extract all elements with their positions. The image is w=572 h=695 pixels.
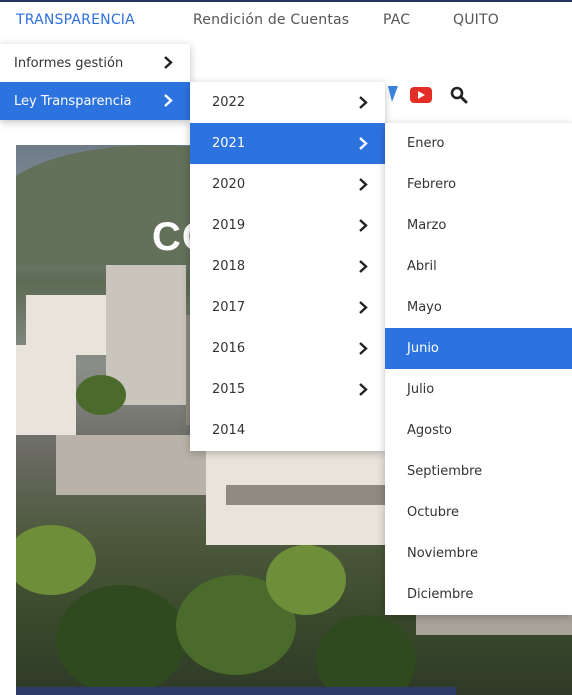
nav-pac[interactable]: PAC xyxy=(383,12,410,28)
menu-item-label: 2022 xyxy=(212,95,246,110)
menu-item-label: 2014 xyxy=(212,423,246,438)
menu-item-label: Junio xyxy=(407,341,439,356)
nav-transparencia[interactable]: TRANSPARENCIA xyxy=(16,12,135,28)
menu-item-label: 2017 xyxy=(212,300,246,315)
menu-item-label: Agosto xyxy=(407,423,452,438)
menu-years: 2022 2021 2020 2019 2018 2017 2016 2015 … xyxy=(190,82,385,451)
menu-item-year-2015[interactable]: 2015 xyxy=(190,369,385,410)
menu-item-label: 2021 xyxy=(212,136,246,151)
chevron-right-icon xyxy=(356,95,371,110)
top-nav-bar: TRANSPARENCIA Rendición de Cuentas PAC Q… xyxy=(0,0,572,44)
menu-item-label: 2018 xyxy=(212,259,246,274)
chevron-right-icon xyxy=(356,136,371,151)
menu-item-label: Diciembre xyxy=(407,587,474,602)
menu-item-year-2019[interactable]: 2019 xyxy=(190,205,385,246)
menu-months: Enero Febrero Marzo Abril Mayo Junio Jul… xyxy=(385,123,572,615)
chevron-right-icon xyxy=(356,341,371,356)
twitter-icon[interactable] xyxy=(386,84,400,104)
menu-item-label: Enero xyxy=(407,136,445,151)
menu-item-label: Noviembre xyxy=(407,546,478,561)
hero-bottom-bar xyxy=(16,687,456,695)
menu-item-label: Abril xyxy=(407,259,437,274)
search-icon[interactable] xyxy=(450,86,468,104)
menu-item-label: Marzo xyxy=(407,218,447,233)
menu-item-month-julio[interactable]: Julio xyxy=(385,369,572,410)
menu-item-label: 2019 xyxy=(212,218,246,233)
menu-item-month-mayo[interactable]: Mayo xyxy=(385,287,572,328)
menu-item-label: Febrero xyxy=(407,177,457,192)
menu-item-label: Septiembre xyxy=(407,464,483,479)
menu-item-month-marzo[interactable]: Marzo xyxy=(385,205,572,246)
menu-item-year-2016[interactable]: 2016 xyxy=(190,328,385,369)
menu-item-month-enero[interactable]: Enero xyxy=(385,123,572,164)
chevron-right-icon xyxy=(356,259,371,274)
chevron-right-icon xyxy=(356,218,371,233)
youtube-icon[interactable] xyxy=(410,87,432,103)
menu-item-label: Informes gestión xyxy=(14,55,124,71)
chevron-right-icon xyxy=(356,300,371,315)
menu-item-month-diciembre[interactable]: Diciembre xyxy=(385,574,572,615)
nav-quito[interactable]: QUITO xyxy=(453,12,499,28)
chevron-right-icon xyxy=(161,55,176,70)
menu-item-label: Ley Transparencia xyxy=(14,93,132,109)
menu-item-label: Mayo xyxy=(407,300,442,315)
menu-item-month-junio[interactable]: Junio xyxy=(385,328,572,369)
menu-item-month-abril[interactable]: Abril xyxy=(385,246,572,287)
menu-item-year-2018[interactable]: 2018 xyxy=(190,246,385,287)
menu-transparencia: Informes gestión Ley Transparencia xyxy=(0,44,190,120)
menu-item-month-noviembre[interactable]: Noviembre xyxy=(385,533,572,574)
menu-item-label: Julio xyxy=(407,382,435,397)
menu-item-year-2021[interactable]: 2021 xyxy=(190,123,385,164)
menu-item-month-octubre[interactable]: Octubre xyxy=(385,492,572,533)
chevron-right-icon xyxy=(161,93,176,108)
nav-rendicion-cuentas[interactable]: Rendición de Cuentas xyxy=(193,12,349,28)
menu-item-label: 2015 xyxy=(212,382,246,397)
menu-item-ley-transparencia[interactable]: Ley Transparencia xyxy=(0,82,190,120)
menu-item-month-septiembre[interactable]: Septiembre xyxy=(385,451,572,492)
menu-item-informes-gestion[interactable]: Informes gestión xyxy=(0,44,190,82)
menu-item-label: Octubre xyxy=(407,505,460,520)
menu-item-year-2020[interactable]: 2020 xyxy=(190,164,385,205)
chevron-right-icon xyxy=(356,382,371,397)
menu-item-year-2022[interactable]: 2022 xyxy=(190,82,385,123)
menu-item-label: 2020 xyxy=(212,177,246,192)
menu-item-month-agosto[interactable]: Agosto xyxy=(385,410,572,451)
menu-item-month-febrero[interactable]: Febrero xyxy=(385,164,572,205)
chevron-right-icon xyxy=(356,177,371,192)
menu-item-label: 2016 xyxy=(212,341,246,356)
menu-item-year-2014[interactable]: 2014 xyxy=(190,410,385,451)
menu-item-year-2017[interactable]: 2017 xyxy=(190,287,385,328)
